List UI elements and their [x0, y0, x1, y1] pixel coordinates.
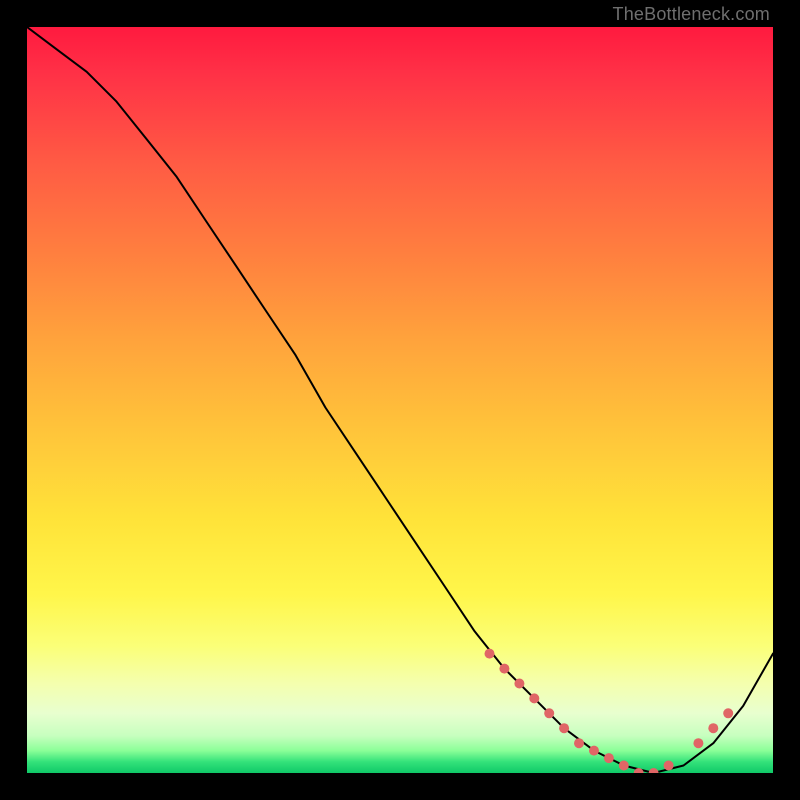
marker-dot: [708, 723, 718, 733]
marker-dot: [499, 664, 509, 674]
bottleneck-curve: [27, 27, 773, 773]
marker-dot: [693, 738, 703, 748]
marker-dot: [664, 761, 674, 771]
marker-dot: [514, 679, 524, 689]
marker-dot: [619, 761, 629, 771]
marker-dot: [559, 723, 569, 733]
marker-dot: [529, 693, 539, 703]
marker-dot: [723, 708, 733, 718]
marker-dot: [574, 738, 584, 748]
marker-dot: [544, 708, 554, 718]
chart-frame: TheBottleneck.com: [0, 0, 800, 800]
marker-group: [485, 649, 734, 773]
marker-dot: [485, 649, 495, 659]
marker-dot: [649, 768, 659, 773]
marker-dot: [604, 753, 614, 763]
curve-layer: [27, 27, 773, 773]
marker-dot: [589, 746, 599, 756]
watermark-text: TheBottleneck.com: [613, 4, 770, 25]
plot-area: [27, 27, 773, 773]
